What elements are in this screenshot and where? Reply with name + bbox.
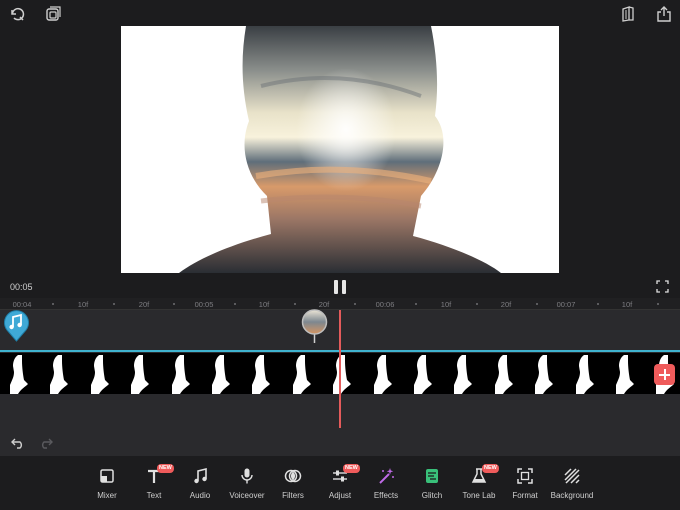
tool-background[interactable]: Background [547,464,597,506]
tool-label: Background [550,491,594,500]
pause-button[interactable] [333,280,347,294]
ruler-label: 20f [138,300,150,309]
double-exposure-image [121,26,559,273]
undo-icon[interactable] [11,437,25,449]
music-icon [191,467,209,485]
effect-overlay-marker[interactable] [301,309,328,344]
ruler-label: 00:07 [556,300,576,309]
magic-wand-icon [377,467,395,485]
project-book-icon[interactable] [619,5,637,23]
current-time: 00:05 [10,282,33,292]
playhead[interactable] [339,310,341,428]
background-stripes-icon [563,467,581,485]
ruler-label: 00:06 [375,300,395,309]
clip-thumbnail [406,353,446,394]
timeline-ruler[interactable]: 00:04 10f 20f 00:05 10f 20f 00:06 10f 20… [0,298,680,310]
ruler-label: 10f [77,300,89,309]
ruler-label: 10f [621,300,633,309]
new-badge: NEW [157,464,174,473]
clip-thumbnail [82,353,123,394]
video-frame[interactable] [121,26,559,273]
new-badge: NEW [343,464,360,473]
pause-icon [334,280,338,294]
redo-icon[interactable] [39,437,53,449]
top-bar [0,0,680,28]
clip-thumbnail [163,353,204,394]
clip-thumbnail [204,353,244,394]
microphone-icon [238,467,256,485]
clip-thumbnail [608,353,648,394]
ruler-label: 20f [318,300,330,309]
mixer-icon [98,467,116,485]
bottom-toolbar: Mixer NEW Text Audio Voiceover Filters N… [0,456,680,510]
filters-icon [284,467,302,485]
add-clip-button[interactable] [654,364,675,385]
format-frame-icon [516,467,534,485]
ruler-label: 10f [258,300,270,309]
multi-layer-icon[interactable] [44,5,62,23]
audio-track-marker[interactable] [3,308,30,342]
ruler-label: 20f [500,300,512,309]
clip-thumbnail [567,353,608,394]
clip-thumbnail [486,353,527,394]
clip-thumbnail [244,353,285,394]
clip-thumbnail [446,353,487,394]
glitch-icon [423,467,441,485]
ruler-label: 10f [440,300,452,309]
clip-thumbnail [2,353,42,394]
clip-thumbnail [284,353,325,394]
reset-rotate-icon[interactable] [8,5,26,23]
clip-thumbnail [325,353,366,394]
fullscreen-icon[interactable] [656,280,669,293]
clip-thumbnail [42,353,83,394]
share-upload-icon[interactable] [655,5,673,23]
clip-thumbnail [527,353,568,394]
clip-thumbnail [123,353,164,394]
clip-thumbnail [365,353,406,394]
ruler-label: 00:05 [194,300,214,309]
new-badge: NEW [482,464,499,473]
